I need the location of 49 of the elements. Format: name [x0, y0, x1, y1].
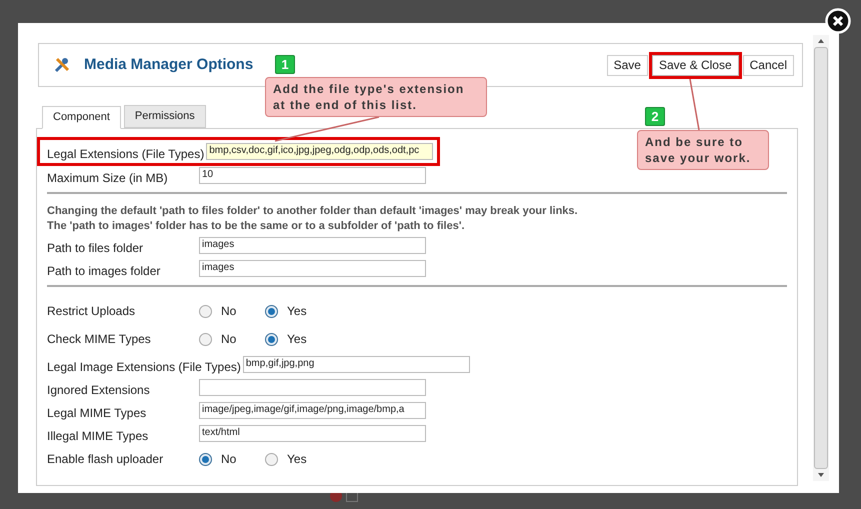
field-label: Check MIME Types	[47, 331, 152, 348]
field-label: Legal MIME Types	[47, 405, 148, 422]
radio-label: Yes	[287, 331, 307, 348]
radio-button[interactable]	[265, 452, 278, 466]
text-field[interactable]: images	[199, 260, 426, 277]
radio-label: Yes	[287, 303, 307, 320]
help-text: Changing the default 'path to files folder' to another folder than default 'images' may break your links.	[47, 204, 579, 219]
radio-button[interactable]	[265, 332, 278, 346]
dialog-title: Media Manager Options	[84, 54, 254, 75]
field-label: Ignored Extensions	[47, 382, 151, 399]
text-field[interactable]: bmp,gif,jpg,png	[242, 356, 470, 373]
step-badge: 1	[275, 55, 295, 74]
scroll-down-icon[interactable]	[818, 473, 824, 477]
callout-note: Add the file type's extension at the end of this list.	[265, 77, 487, 117]
field-label: Maximum Size (in MB)	[47, 170, 169, 187]
toolbar-button[interactable]: Save	[606, 54, 648, 76]
tab[interactable]: Component	[42, 106, 121, 129]
text-field[interactable]: 10	[199, 167, 426, 184]
radio-label: No	[221, 451, 236, 468]
radio-label: Yes	[287, 451, 307, 468]
tools-icon	[53, 56, 71, 74]
text-field[interactable]: text/html	[199, 425, 426, 442]
radio-button[interactable]	[199, 332, 212, 346]
leader-line	[689, 79, 701, 130]
radio-label: No	[221, 303, 236, 320]
scrollbar-thumb[interactable]	[814, 47, 828, 469]
scroll-up-icon[interactable]	[818, 39, 824, 43]
field-label: Legal Image Extensions (File Types)	[47, 359, 242, 376]
text-field[interactable]: image/jpeg,image/gif,image/png,image/bmp,a	[199, 402, 426, 419]
field-label: Enable flash uploader	[47, 451, 164, 468]
radio-button[interactable]	[199, 304, 212, 318]
field-label: Restrict Uploads	[47, 303, 136, 320]
text-field[interactable]	[199, 379, 426, 396]
close-icon[interactable]	[825, 8, 851, 34]
radio-button[interactable]	[265, 304, 278, 318]
text-field[interactable]: bmp,csv,doc,gif,ico,jpg,jpeg,odg,odp,ods,odt,pc	[206, 143, 434, 160]
toolbar-button[interactable]: Cancel	[742, 54, 794, 76]
field-label: Illegal MIME Types	[47, 428, 150, 445]
field-label: Path to files folder	[47, 240, 144, 257]
text-field[interactable]: images	[199, 237, 426, 254]
help-text: The 'path to images' folder has to be the same or to a subfolder of 'path to files'.	[47, 219, 466, 234]
field-label: Legal Extensions (File Types)	[47, 146, 206, 163]
scrollbar[interactable]	[813, 35, 829, 481]
field-label: Path to images folder	[47, 263, 162, 280]
step-badge: 2	[645, 107, 665, 126]
callout-note: And be sure to save your work.	[637, 130, 769, 170]
radio-button[interactable]	[199, 452, 212, 466]
radio-label: No	[221, 331, 236, 348]
tab[interactable]: Permissions	[124, 105, 206, 128]
